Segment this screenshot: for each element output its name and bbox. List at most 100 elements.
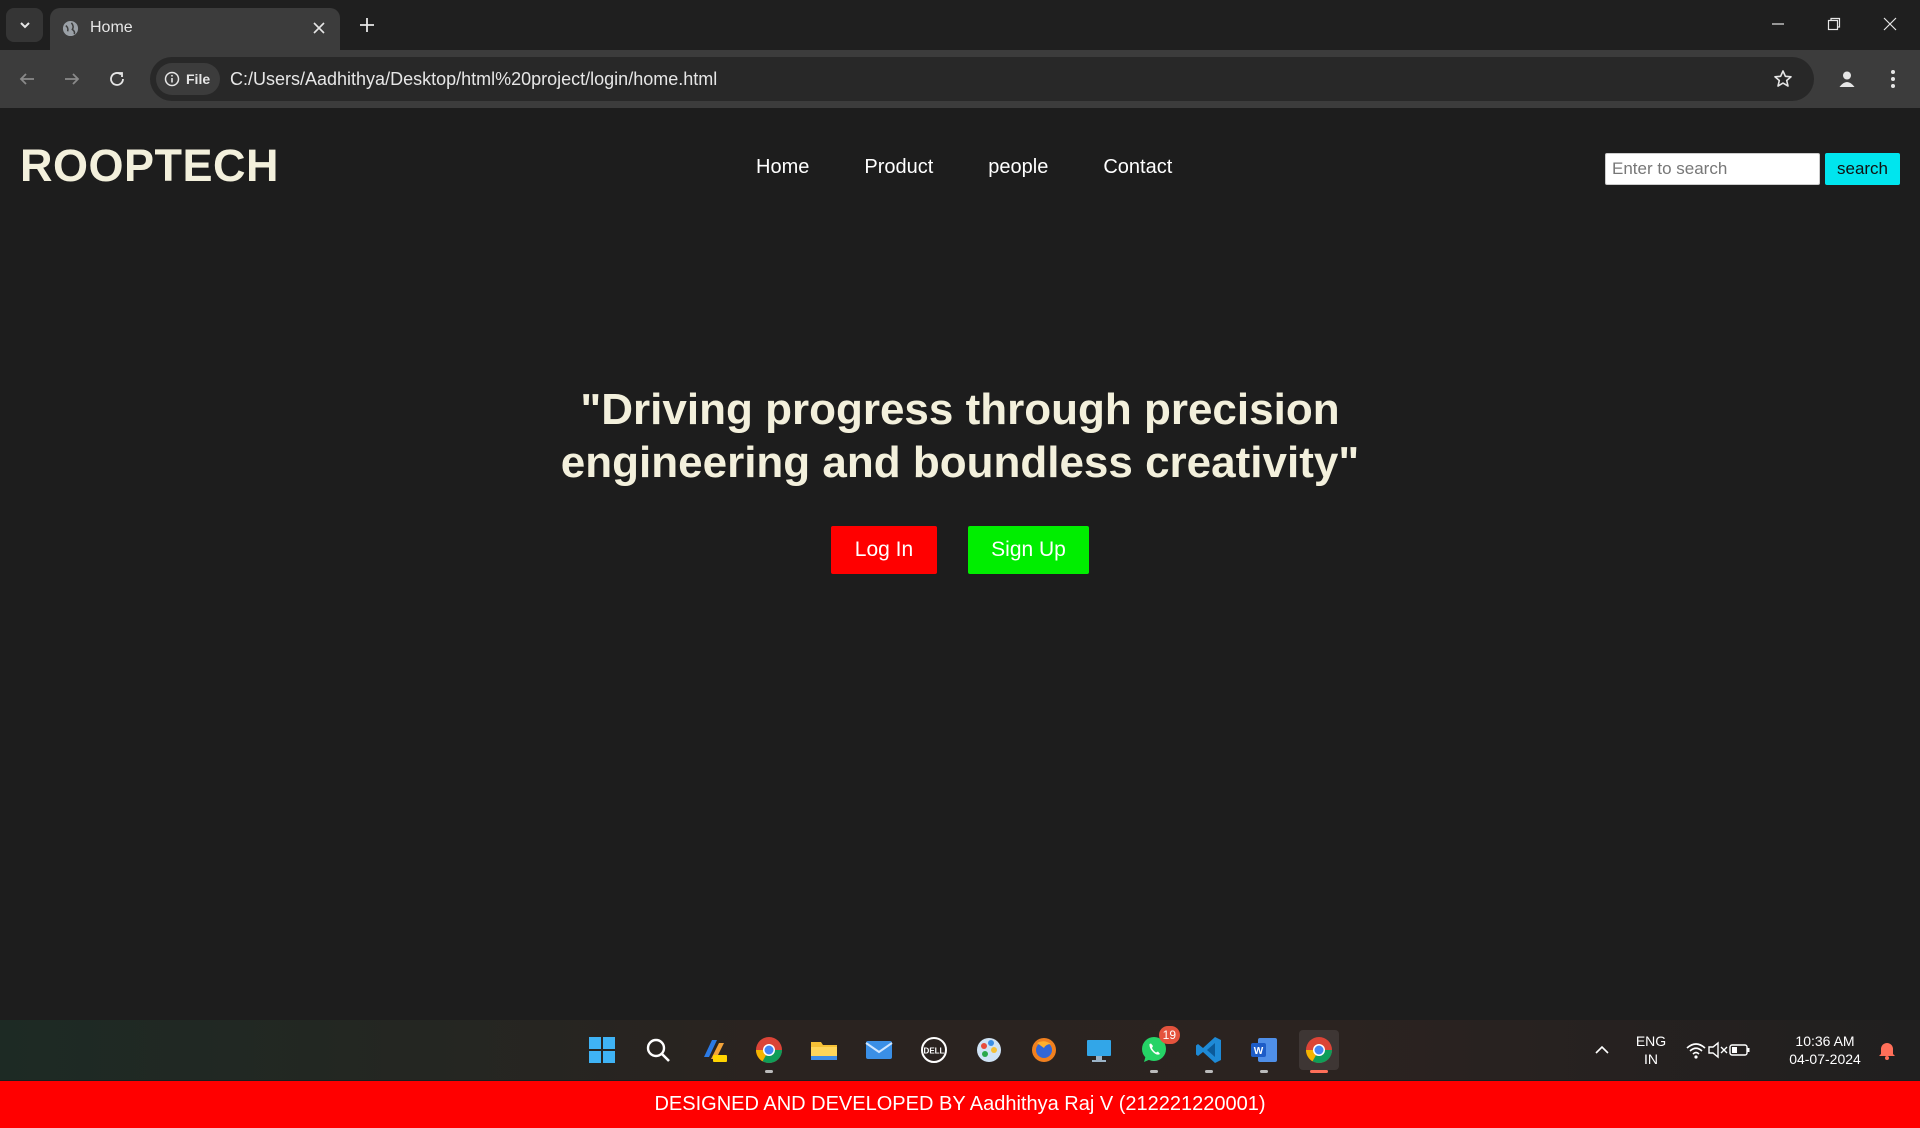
site-logo: ROOPTECH — [20, 140, 280, 191]
reload-button[interactable] — [100, 62, 134, 96]
address-bar[interactable]: File C:/Users/Aadhithya/Desktop/html%20p… — [150, 57, 1814, 101]
search-form: search — [1605, 153, 1900, 185]
reload-icon — [110, 72, 124, 86]
windows-start-icon — [589, 1037, 615, 1063]
arrow-left-icon — [19, 73, 34, 85]
web-page: ROOPTECH Home Product people Contact sea… — [0, 108, 1920, 1128]
close-icon — [313, 22, 325, 34]
running-indicator — [765, 1070, 773, 1073]
file-explorer-icon — [811, 1042, 837, 1060]
plus-icon — [360, 18, 374, 32]
profile-icon — [1839, 71, 1855, 87]
taskbar-word[interactable]: W — [1244, 1030, 1284, 1073]
minimize-button[interactable] — [1750, 0, 1806, 48]
search-icon — [646, 1038, 670, 1062]
svg-text:DELL: DELL — [924, 1047, 945, 1056]
chevron-down-icon — [19, 22, 30, 29]
taskbar-vscode[interactable] — [1189, 1030, 1229, 1073]
profile-button[interactable] — [1830, 62, 1864, 96]
browser-toolbar: File C:/Users/Aadhithya/Desktop/html%20p… — [0, 50, 1920, 108]
start-button[interactable] — [582, 1030, 622, 1070]
chrome-canary-icon — [755, 1037, 783, 1064]
word-icon: W — [1251, 1038, 1277, 1062]
clock-time: 10:36 AM — [1795, 1033, 1855, 1049]
browser-tab-home[interactable]: Home — [50, 8, 340, 50]
windows-taskbar: DELL 19 W ENG IN 10:36 AM 04-07-2024 — [0, 1020, 1920, 1080]
taskbar-whatsapp[interactable]: 19 — [1134, 1026, 1180, 1073]
language-indicator[interactable]: ENG IN — [1628, 1032, 1674, 1068]
back-button[interactable] — [10, 62, 44, 96]
dell-icon: DELL — [921, 1037, 947, 1063]
desktop-icon — [1087, 1040, 1111, 1062]
taskbar-search-button[interactable] — [638, 1030, 678, 1070]
clock[interactable]: 10:36 AM 04-07-2024 — [1780, 1032, 1870, 1068]
signup-button[interactable]: Sign Up — [968, 526, 1089, 574]
restore-button[interactable] — [1806, 0, 1862, 48]
bookmark-button[interactable] — [1766, 62, 1800, 96]
hero-line-2: engineering and boundless creativity" — [560, 438, 1360, 487]
arrow-right-icon — [65, 73, 80, 85]
bell-icon — [1879, 1043, 1895, 1060]
nav-home-link[interactable]: Home — [756, 156, 809, 179]
nav-people-link[interactable]: people — [988, 156, 1048, 179]
search-button[interactable]: search — [1825, 153, 1900, 185]
notification-badge: 19 — [1158, 1026, 1180, 1044]
tab-title: Home — [90, 19, 133, 36]
battery-icon — [1729, 1044, 1750, 1056]
network-volume-battery[interactable] — [1678, 1030, 1758, 1070]
wifi-icon — [1686, 1043, 1706, 1059]
site-footer: DESIGNED AND DEVELOPED BY Aadhithya Raj … — [0, 1081, 1920, 1128]
mail-icon — [865, 1041, 893, 1059]
copilot-icon — [704, 1040, 727, 1062]
taskbar-paint[interactable] — [969, 1030, 1009, 1070]
firefox-icon — [1032, 1038, 1056, 1062]
url-text: C:/Users/Aadhithya/Desktop/html%20projec… — [230, 69, 718, 89]
forward-button[interactable] — [55, 62, 89, 96]
search-input[interactable] — [1605, 153, 1820, 185]
file-chip-label: File — [186, 71, 211, 87]
login-button[interactable]: Log In — [831, 526, 937, 574]
svg-text:W: W — [1254, 1046, 1264, 1057]
restore-icon — [1827, 17, 1841, 31]
taskbar-copilot[interactable] — [694, 1030, 734, 1070]
taskbar-firefox[interactable] — [1024, 1030, 1064, 1070]
site-info-chip[interactable]: File — [156, 63, 221, 95]
chevron-up-icon — [1595, 1045, 1609, 1054]
minimize-icon — [1772, 23, 1784, 25]
nav-product-link[interactable]: Product — [864, 156, 933, 179]
taskbar-chrome-canary[interactable] — [749, 1030, 789, 1073]
paint-icon — [977, 1038, 1001, 1062]
clock-date: 04-07-2024 — [1789, 1051, 1861, 1067]
running-indicator — [1150, 1070, 1158, 1073]
taskbar-dell[interactable]: DELL — [914, 1030, 954, 1070]
region-code: IN — [1644, 1051, 1658, 1067]
running-indicator — [1205, 1070, 1213, 1073]
close-window-button[interactable] — [1862, 0, 1918, 48]
active-indicator — [1310, 1070, 1328, 1073]
taskbar-desktop[interactable] — [1079, 1030, 1119, 1070]
browser-tabstrip: Home — [0, 0, 1920, 50]
vscode-icon — [1196, 1037, 1221, 1063]
running-indicator — [1260, 1070, 1268, 1073]
kebab-menu-icon — [1891, 70, 1895, 88]
star-icon — [1774, 70, 1792, 87]
new-tab-button[interactable] — [352, 10, 382, 40]
hero-line-1: "Driving progress through precision — [580, 385, 1340, 434]
hero-tagline: "Driving progress through precision engi… — [0, 383, 1920, 489]
chrome-icon — [1305, 1037, 1333, 1064]
globe-icon — [62, 20, 79, 37]
main-nav: Home Product people Contact — [756, 156, 1227, 179]
notifications-button[interactable] — [1874, 1030, 1900, 1070]
taskbar-file-explorer[interactable] — [804, 1030, 844, 1070]
volume-muted-icon — [1708, 1041, 1728, 1059]
browser-menu-button[interactable] — [1876, 62, 1910, 96]
close-icon — [1883, 17, 1897, 31]
tab-search-button[interactable] — [6, 8, 43, 42]
show-hidden-icons-button[interactable] — [1582, 1030, 1622, 1070]
taskbar-mail[interactable] — [859, 1030, 899, 1070]
taskbar-chrome[interactable] — [1299, 1030, 1339, 1073]
language-code: ENG — [1635, 1033, 1667, 1049]
info-icon — [164, 71, 180, 87]
nav-contact-link[interactable]: Contact — [1103, 156, 1172, 179]
tab-close-button[interactable] — [308, 17, 330, 39]
